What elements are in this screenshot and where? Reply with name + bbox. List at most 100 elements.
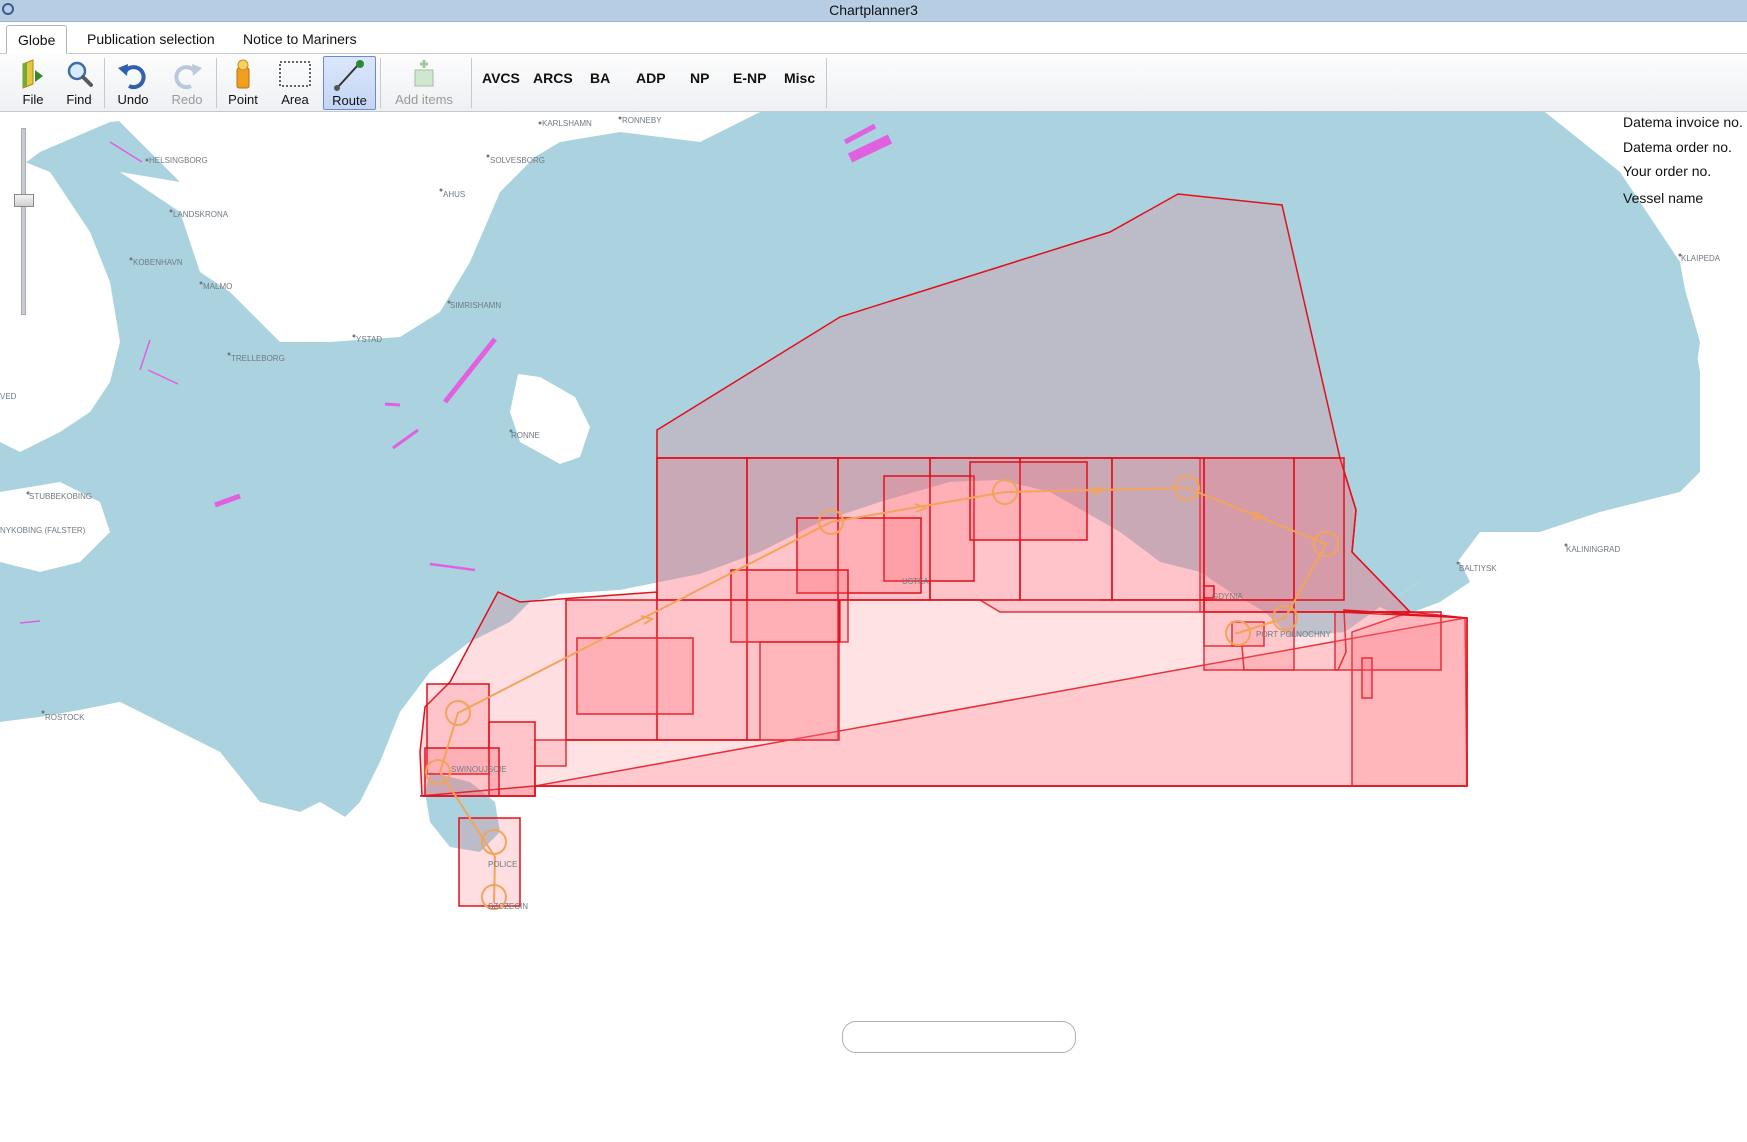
- area-button[interactable]: Area: [272, 56, 318, 110]
- svg-text:VED: VED: [0, 392, 17, 401]
- city-baltiysk: BALTIYSK: [1456, 561, 1497, 573]
- window-title: Chartplanner3: [829, 2, 918, 18]
- city-szczecin: SZCZECIN: [488, 902, 528, 911]
- datema-order-label: Datema order no.: [1623, 139, 1732, 155]
- area-select-icon: [279, 61, 311, 87]
- area-label: Area: [281, 92, 309, 107]
- svg-text:NYKOBING (FALSTER): NYKOBING (FALSTER): [0, 526, 86, 535]
- city-landskrona: LANDSKRONA: [169, 209, 229, 219]
- globe-map[interactable]: HELSINGBORG KARLSHAMN RONNEBY SOLVESBORG…: [0, 112, 1747, 1142]
- svg-text:RONNEBY: RONNEBY: [622, 116, 662, 125]
- city-gdynia: GDYNIA: [1212, 592, 1243, 601]
- svg-text:RONNE: RONNE: [511, 431, 540, 440]
- svg-text:USTKA: USTKA: [902, 577, 929, 586]
- city-malmo: MALMO: [199, 281, 232, 291]
- magnifier-icon: [67, 61, 93, 87]
- city-karlshamn: KARLSHAMN: [538, 119, 592, 128]
- city-stubbekobing: STUBBEKOBING: [26, 491, 92, 501]
- coverage-chart-06: [1111, 457, 1205, 601]
- misc-button[interactable]: Misc: [784, 70, 815, 86]
- city-simrishamn: SIMRISHAMN: [447, 300, 501, 310]
- np-button[interactable]: NP: [690, 70, 709, 86]
- svg-text:KALININGRAD: KALININGRAD: [1566, 545, 1620, 554]
- toolbar-separator: [471, 58, 472, 108]
- file-button[interactable]: File: [10, 56, 56, 110]
- tab-globe[interactable]: Globe: [6, 25, 68, 54]
- tab-notice-to-mariners[interactable]: Notice to Mariners: [232, 25, 368, 53]
- folder-icon: [22, 59, 43, 89]
- toolbar-separator: [380, 58, 381, 108]
- city-ronneby: RONNEBY: [618, 116, 662, 125]
- svg-text:SOLVESBORG: SOLVESBORG: [490, 156, 545, 165]
- svg-text:LANDSKRONA: LANDSKRONA: [173, 210, 229, 219]
- find-label: Find: [66, 92, 92, 107]
- redo-label: Redo: [171, 92, 203, 107]
- find-button[interactable]: Find: [56, 56, 102, 110]
- svg-text:KARLSHAMN: KARLSHAMN: [542, 119, 592, 128]
- svg-text:YSTAD: YSTAD: [356, 335, 382, 344]
- svg-text:BALTIYSK: BALTIYSK: [1459, 564, 1497, 573]
- city-ved: VED: [0, 392, 17, 401]
- ba-button[interactable]: BA: [590, 70, 610, 86]
- city-nykobing: NYKOBING (FALSTER): [0, 526, 86, 535]
- city-helsingborg: HELSINGBORG: [145, 156, 208, 165]
- route-button[interactable]: Route: [323, 56, 376, 110]
- svg-text:GDYNIA: GDYNIA: [1212, 592, 1243, 601]
- svg-text:TRELLEBORG: TRELLEBORG: [231, 354, 285, 363]
- svg-text:SIMRISHAMN: SIMRISHAMN: [450, 301, 501, 310]
- ribbon-tabs: Globe Publication selection Notice to Ma…: [0, 22, 1747, 54]
- undo-icon: [118, 64, 146, 90]
- city-trelleborg: TRELLEBORG: [227, 352, 285, 363]
- svg-text:POLICE: POLICE: [488, 860, 517, 869]
- point-marker-icon: [236, 59, 250, 89]
- title-bar: Chartplanner3: [0, 0, 1747, 22]
- city-swinoujscie: SWINOUJSCIE: [451, 765, 507, 774]
- arcs-button[interactable]: ARCS: [533, 70, 573, 86]
- svg-text:SWINOUJSCIE: SWINOUJSCIE: [451, 765, 507, 774]
- add-items-button[interactable]: Add items: [388, 56, 460, 110]
- e-np-button[interactable]: E-NP: [733, 70, 766, 86]
- svg-text:HELSINGBORG: HELSINGBORG: [149, 156, 208, 165]
- zoom-slider-track[interactable]: [21, 128, 26, 315]
- redo-button[interactable]: Redo: [164, 56, 210, 110]
- bottom-panel-handle[interactable]: [842, 1021, 1076, 1053]
- add-items-icon: [414, 60, 434, 87]
- undo-button[interactable]: Undo: [110, 56, 156, 110]
- city-ronne: RONNE: [509, 429, 540, 440]
- city-solvesborg: SOLVESBORG: [486, 154, 545, 165]
- zoom-slider-thumb[interactable]: [14, 194, 34, 207]
- svg-text:AHUS: AHUS: [443, 190, 465, 199]
- svg-text:ROSTOCK: ROSTOCK: [45, 713, 85, 722]
- undo-label: Undo: [117, 92, 149, 107]
- city-ustka: USTKA: [902, 577, 929, 586]
- svg-text:SZCZECIN: SZCZECIN: [488, 902, 528, 911]
- avcs-button[interactable]: AVCS: [482, 70, 520, 86]
- toolbar-separator: [216, 58, 217, 108]
- toolbar-separator: [826, 58, 827, 108]
- point-button[interactable]: Point: [220, 56, 266, 110]
- your-order-label: Your order no.: [1623, 163, 1712, 179]
- city-klaipeda: KLAIPEDA: [1678, 253, 1721, 263]
- svg-text:PORT POLNOCHNY: PORT POLNOCHNY: [1256, 630, 1331, 639]
- city-ystad: YSTAD: [352, 334, 382, 344]
- app-icon[interactable]: [2, 3, 14, 15]
- city-port-polnochny: PORT POLNOCHNY: [1256, 630, 1331, 639]
- toolbar-separator: [104, 58, 105, 108]
- adp-button[interactable]: ADP: [636, 70, 666, 86]
- city-rostock: ROSTOCK: [41, 710, 85, 722]
- map-canvas[interactable]: HELSINGBORG KARLSHAMN RONNEBY SOLVESBORG…: [0, 112, 1747, 1142]
- city-ahus: AHUS: [439, 188, 465, 199]
- svg-text:KOBENHAVN: KOBENHAVN: [133, 258, 183, 267]
- coverage-chart-08: [1293, 457, 1345, 601]
- route-label: Route: [332, 93, 367, 108]
- datema-invoice-label: Datema invoice no.: [1623, 114, 1743, 130]
- tab-publication-selection[interactable]: Publication selection: [76, 25, 226, 53]
- city-kaliningrad: KALININGRAD: [1564, 543, 1620, 554]
- file-label: File: [22, 92, 44, 107]
- svg-text:MALMO: MALMO: [203, 282, 232, 291]
- vessel-name-label: Vessel name: [1623, 190, 1704, 206]
- toolbar: File Find Undo Redo Point Area Route Add…: [0, 54, 1747, 112]
- point-label: Point: [228, 92, 258, 107]
- coverage-chart-07: [1203, 457, 1295, 601]
- svg-text:STUBBEKOBING: STUBBEKOBING: [29, 492, 92, 501]
